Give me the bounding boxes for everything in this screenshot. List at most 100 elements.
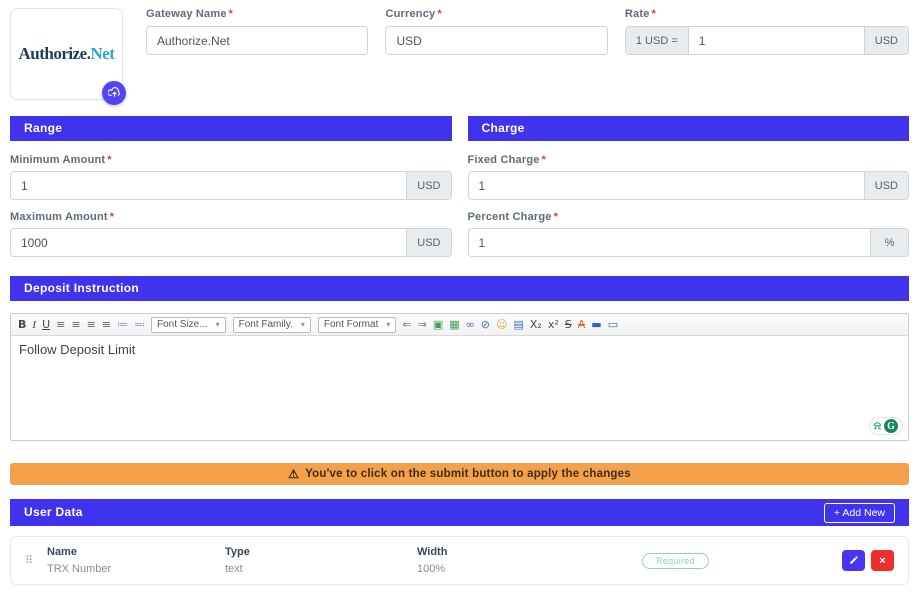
align-left-icon[interactable]: ≡ (55, 318, 66, 332)
toolbar-group-insert: ⇐ ⇒ ▣ ▦ ∞ ⊘ ☺ ▤ X₂ x² SA▬ ▭ (401, 318, 619, 332)
percent-charge-label: Percent Charge* (468, 211, 910, 223)
range-section-body: Minimum Amount* USD Maximum Amount* USD (10, 141, 452, 257)
grammarly-overlay: ⍾ G (869, 417, 903, 435)
percent-charge-suffix: % (870, 229, 908, 256)
gateway-fields: Gateway Name* Currency* Rate* 1 USD = US… (146, 8, 909, 55)
fixed-charge-label: Fixed Charge* (468, 154, 910, 166)
gateway-logo-card: Authorize.Net (10, 8, 123, 100)
user-data-header: User Data + Add New (10, 499, 909, 526)
rate-field-group: Rate* 1 USD = USD (625, 8, 909, 55)
user-data-section: User Data + Add New ⠿ Name TRX Number Ty… (10, 499, 909, 585)
editor-content-text: Follow Deposit Limit (19, 342, 135, 357)
edit-row-button[interactable] (842, 550, 865, 571)
fixed-charge-suffix: USD (864, 172, 908, 199)
charge-section: Charge Fixed Charge* USD Percent Charge*… (468, 116, 910, 257)
deposit-instruction-header: Deposit Instruction (10, 276, 909, 301)
grammarly-icon[interactable]: G (884, 419, 898, 433)
column-header-width: Width (417, 546, 610, 558)
charge-section-header: Charge (468, 116, 910, 141)
pencil-icon (849, 553, 859, 568)
font-family-select[interactable]: Font Family.▾ (233, 317, 311, 333)
logo-text-primary: Authorize. (19, 44, 91, 63)
gateway-name-input[interactable] (146, 26, 368, 55)
font-size-select[interactable]: Font Size...▾ (151, 317, 226, 333)
required-mark: * (437, 8, 441, 20)
smiley-icon[interactable]: ☺ (495, 318, 508, 332)
required-badge: Required (642, 553, 709, 569)
percent-charge-input-group: % (468, 228, 910, 257)
range-charge-row: Range Minimum Amount* USD Maximum Amount… (10, 116, 909, 257)
insert-image-icon[interactable]: ▣ (432, 318, 444, 332)
warning-icon: ⚠ (288, 467, 299, 481)
horizontal-rule-icon[interactable]: ▬ (590, 318, 602, 332)
superscript-icon[interactable]: x² (547, 318, 560, 332)
indent-icon[interactable]: ⇒ (417, 318, 428, 332)
link-icon[interactable]: ∞ (465, 318, 476, 332)
ordered-list-icon[interactable]: ≔ (116, 318, 129, 332)
percent-charge-field-group: Percent Charge* % (468, 211, 910, 257)
gateway-logo: Authorize.Net (19, 44, 115, 64)
fixed-charge-input-group: USD (468, 171, 910, 200)
add-new-button[interactable]: + Add New (824, 503, 895, 523)
underline-icon[interactable]: U (41, 318, 51, 332)
column-header-type: Type (225, 546, 417, 558)
minimum-amount-input[interactable] (11, 172, 406, 199)
source-icon[interactable]: ▭ (607, 318, 619, 332)
unlink-icon[interactable]: ⊘ (480, 318, 491, 332)
editor-content-area[interactable]: Follow Deposit Limit ⍾ G (11, 336, 908, 440)
row-name-value: TRX Number (47, 563, 225, 575)
column-header-name: Name (47, 546, 225, 558)
insert-table-icon[interactable]: ▦ (448, 318, 460, 332)
row-badge-cell: Required (610, 553, 842, 569)
minimum-amount-input-group: USD (10, 171, 452, 200)
gateway-edit-page: Authorize.Net Gateway Name* Currency* (0, 0, 919, 585)
rate-label: Rate* (625, 8, 909, 20)
rate-input[interactable] (689, 27, 864, 54)
align-justify-icon[interactable]: ≡ (101, 318, 112, 332)
required-mark: * (554, 211, 558, 223)
align-right-icon[interactable]: ≡ (86, 318, 97, 332)
minimum-amount-label: Minimum Amount* (10, 154, 452, 166)
gateway-name-label: Gateway Name* (146, 8, 368, 20)
required-mark: * (107, 154, 111, 166)
required-mark: * (652, 8, 656, 20)
gateway-header-row: Authorize.Net Gateway Name* Currency* (10, 8, 909, 100)
strikethrough-icon[interactable]: S (564, 318, 573, 332)
font-format-select[interactable]: Font Format▾ (318, 317, 396, 333)
rich-text-editor: BIU ≡ ≡ ≡ ≡ ≔ ≕ Font Size...▾ Font Family.▾ Fo… (10, 313, 909, 441)
chevron-down-icon: ▾ (301, 320, 305, 329)
charge-section-body: Fixed Charge* USD Percent Charge* % (468, 141, 910, 257)
rate-input-group: 1 USD = USD (625, 26, 909, 55)
chevron-down-icon: ▾ (216, 320, 220, 329)
maximum-amount-input[interactable] (11, 229, 406, 256)
chevron-down-icon: ▾ (386, 320, 390, 329)
row-name-cell: Name TRX Number (47, 546, 225, 575)
required-mark: * (229, 8, 233, 20)
fixed-charge-input[interactable] (469, 172, 864, 199)
upload-logo-button[interactable] (102, 81, 126, 105)
required-mark: * (110, 211, 114, 223)
edit-page-icon[interactable]: ▤ (512, 318, 524, 332)
delete-row-button[interactable]: × (871, 550, 894, 571)
logo-text-secondary: Net (90, 44, 114, 63)
cloud-upload-icon (108, 86, 121, 101)
percent-charge-input[interactable] (469, 229, 871, 256)
grammarly-suggestion-icon[interactable]: ⍾ (874, 420, 881, 433)
maximum-amount-label: Maximum Amount* (10, 211, 452, 223)
drag-handle-icon[interactable]: ⠿ (25, 554, 47, 567)
row-width-value: 100% (417, 563, 610, 575)
unordered-list-icon[interactable]: ≕ (133, 318, 146, 332)
fixed-charge-field-group: Fixed Charge* USD (468, 154, 910, 200)
remove-format-icon[interactable]: A (577, 318, 587, 332)
bold-icon[interactable]: B (17, 318, 27, 332)
outdent-icon[interactable]: ⇐ (401, 318, 412, 332)
italic-icon[interactable]: I (31, 318, 37, 332)
warning-text: You've to click on the submit button to … (305, 468, 631, 480)
maximum-amount-suffix: USD (406, 229, 450, 256)
currency-input[interactable] (385, 26, 607, 55)
close-icon: × (879, 555, 885, 567)
align-center-icon[interactable]: ≡ (70, 318, 81, 332)
subscript-icon[interactable]: X₂ (529, 318, 543, 332)
rate-suffix: USD (864, 27, 908, 54)
maximum-amount-input-group: USD (10, 228, 452, 257)
